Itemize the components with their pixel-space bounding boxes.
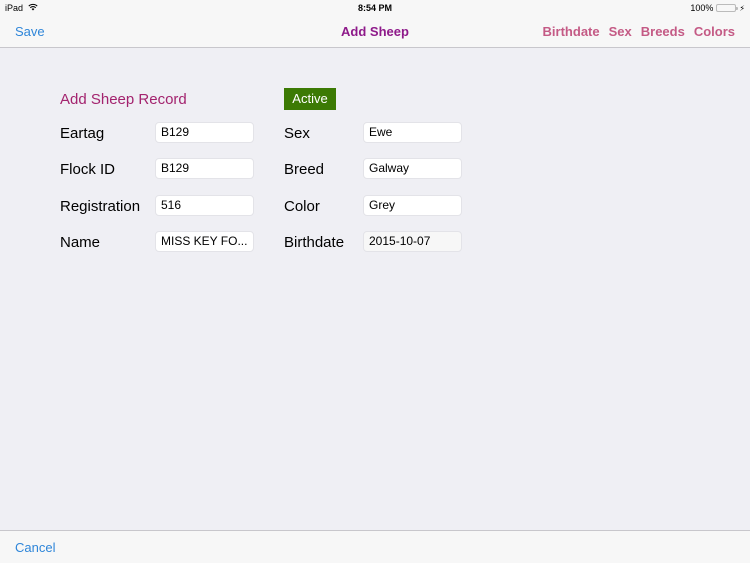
form-content: Add Sheep Record Active Eartag B129 Floc… — [0, 48, 750, 530]
status-right: 100% ⚡ — [690, 3, 745, 13]
color-field[interactable]: Grey — [363, 195, 462, 216]
sex-button[interactable]: Sex — [609, 24, 632, 39]
bottom-toolbar: Cancel — [0, 530, 750, 563]
birthdate-field[interactable]: 2015-10-07 — [363, 231, 462, 252]
breed-label: Breed — [284, 161, 325, 178]
sex-field[interactable]: Ewe — [363, 122, 462, 143]
eartag-label: Eartag — [60, 125, 105, 142]
cancel-button[interactable]: Cancel — [15, 540, 55, 555]
birthdate-button[interactable]: Birthdate — [543, 24, 600, 39]
registration-label: Registration — [60, 198, 141, 215]
name-field[interactable]: MISS KEY FO... — [155, 231, 254, 252]
name-label: Name — [60, 234, 101, 251]
active-status-button[interactable]: Active — [284, 88, 336, 110]
birthdate-label: Birthdate — [284, 234, 345, 251]
sex-label: Sex — [284, 125, 310, 142]
colors-button[interactable]: Colors — [694, 24, 735, 39]
color-label: Color — [284, 198, 320, 215]
registration-field[interactable]: 516 — [155, 195, 254, 216]
navigation-bar: Save Add Sheep Birthdate Sex Breeds Colo… — [0, 15, 750, 48]
battery-icon — [716, 4, 739, 12]
form-title: Add Sheep Record — [60, 91, 187, 108]
flock-id-field[interactable]: B129 — [155, 158, 254, 179]
nav-right-items: Birthdate Sex Breeds Colors — [543, 24, 735, 39]
breed-field[interactable]: Galway — [363, 158, 462, 179]
status-bar: iPad 8:54 PM 100% ⚡ — [0, 0, 750, 15]
flock-id-label: Flock ID — [60, 161, 116, 178]
charging-bolt-icon: ⚡ — [739, 3, 745, 13]
battery-percent: 100% — [690, 3, 714, 13]
breeds-button[interactable]: Breeds — [641, 24, 685, 39]
status-time: 8:54 PM — [357, 3, 392, 13]
eartag-field[interactable]: B129 — [155, 122, 254, 143]
